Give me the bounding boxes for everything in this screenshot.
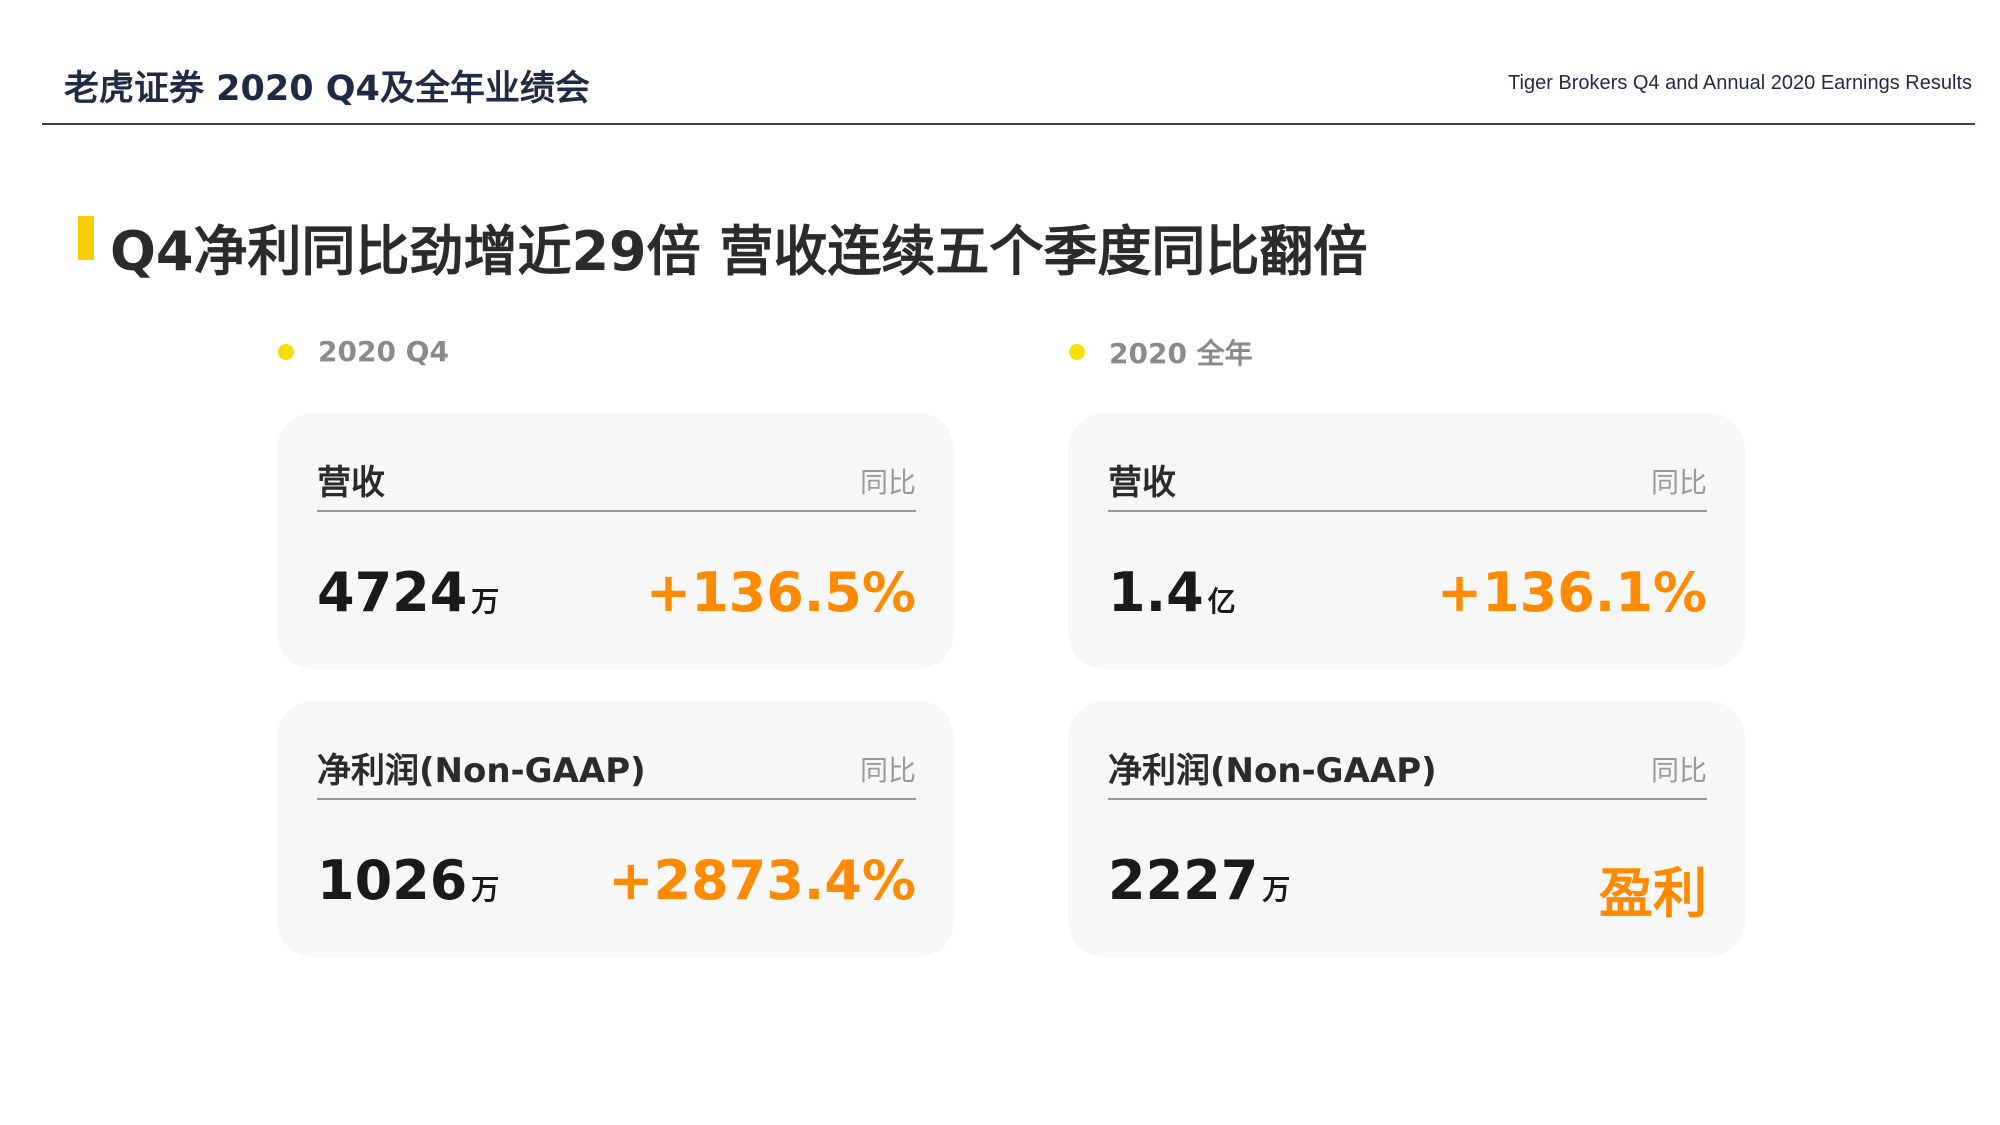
- card-value: 2227 万: [1108, 849, 1290, 912]
- card-label: 营收: [317, 463, 385, 503]
- card-value-number: 1026: [317, 849, 468, 912]
- card-q4-net-income: 净利润(Non-GAAP) 同比 1026 万 +2873.4%: [277, 701, 954, 957]
- header-title: 老虎证券 2020 Q4及全年业绩会: [64, 69, 590, 109]
- section-label-full-year: 2020 全年: [1069, 332, 1253, 372]
- card-divider: [1108, 510, 1707, 512]
- card-change: +136.1%: [1436, 561, 1707, 624]
- card-full-year-revenue: 营收 同比 1.4 亿 +136.1%: [1068, 413, 1745, 669]
- card-value-unit: 万: [471, 585, 500, 618]
- card-label: 营收: [1108, 463, 1176, 503]
- card-divider: [317, 510, 916, 512]
- card-value: 1.4 亿: [1108, 561, 1236, 624]
- card-yoy-label: 同比: [1650, 466, 1707, 499]
- card-change: +2873.4%: [608, 849, 916, 912]
- card-value: 4724 万: [317, 561, 499, 624]
- headline-marker: [78, 216, 94, 260]
- card-full-year-net-income: 净利润(Non-GAAP) 同比 2227 万 盈利: [1068, 701, 1745, 957]
- header-subtitle: Tiger Brokers Q4 and Annual 2020 Earning…: [1508, 72, 1972, 94]
- bullet-dot-icon: [1069, 344, 1085, 360]
- card-value-number: 1.4: [1108, 561, 1204, 624]
- card-label: 净利润(Non-GAAP): [1108, 751, 1437, 791]
- bullet-dot-icon: [278, 343, 294, 360]
- card-value-number: 2227: [1108, 849, 1259, 912]
- section-label-q4: 2020 Q4: [278, 335, 449, 368]
- card-value-unit: 万: [1262, 873, 1291, 906]
- card-value-number: 4724: [317, 561, 468, 624]
- card-change: 盈利: [1599, 862, 1707, 925]
- card-yoy-label: 同比: [859, 754, 916, 787]
- header-divider: [42, 123, 1975, 125]
- card-divider: [317, 798, 916, 800]
- section-label-text: 2020 Q4: [318, 335, 449, 368]
- card-value-unit: 万: [471, 873, 500, 906]
- card-label: 净利润(Non-GAAP): [317, 751, 646, 791]
- card-value-unit: 亿: [1207, 585, 1236, 618]
- slide: 老虎证券 2020 Q4及全年业绩会 Tiger Brokers Q4 and …: [0, 0, 2000, 1125]
- card-yoy-label: 同比: [859, 466, 916, 499]
- section-label-text: 2020 全年: [1109, 337, 1253, 370]
- card-change: +136.5%: [645, 561, 916, 624]
- card-q4-revenue: 营收 同比 4724 万 +136.5%: [277, 413, 954, 669]
- card-yoy-label: 同比: [1650, 754, 1707, 787]
- card-value: 1026 万: [317, 849, 499, 912]
- card-divider: [1108, 798, 1707, 800]
- headline: Q4净利同比劲增近29倍 营收连续五个季度同比翻倍: [110, 220, 1368, 283]
